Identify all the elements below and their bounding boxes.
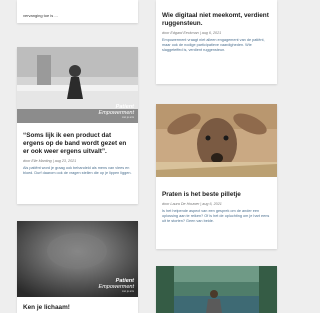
- article-card-ken-je-lichaam[interactable]: Patient Empowerment met je arts Ken je l…: [17, 221, 138, 313]
- article-excerpt: vervanging toe is ...: [23, 13, 58, 18]
- article-excerpt: Empowerment vraagt niet alleen engagemen…: [162, 38, 265, 53]
- article-meta: door Elle Manting | aug 23, 2021: [23, 159, 77, 163]
- article-title[interactable]: “Soms lijk ik een product dat ergens op …: [23, 132, 132, 156]
- article-image[interactable]: [156, 266, 277, 313]
- article-card-top-left[interactable]: vervanging toe is ...: [17, 0, 138, 23]
- article-card-bottom-right[interactable]: [156, 266, 277, 313]
- article-excerpt: Is het helpende aspect van een gesprek o…: [162, 209, 270, 224]
- patient-empowerment-logo: Patient Empowerment met je arts: [98, 278, 134, 293]
- article-title[interactable]: Wie digitaal niet meekomt, verdient rugg…: [162, 12, 271, 28]
- article-title[interactable]: Praten is het beste pilletje: [162, 191, 271, 199]
- article-card-praten[interactable]: Praten is het beste pilletje door Laura …: [156, 104, 277, 249]
- article-card-product[interactable]: Patient Empowerment met je arts “Soms li…: [17, 47, 138, 204]
- article-image[interactable]: [156, 104, 277, 177]
- patient-empowerment-logo: Patient Empowerment met je arts: [98, 104, 134, 119]
- article-image[interactable]: Patient Empowerment met je arts: [17, 221, 138, 297]
- deer-photo: [156, 104, 277, 177]
- lake-photo: [156, 266, 277, 313]
- article-meta: door Laura De Houwer | aug 6, 2021: [162, 202, 222, 206]
- article-card-digitaal[interactable]: Wie digitaal niet meekomt, verdient rugg…: [156, 0, 277, 84]
- article-title[interactable]: Ken je lichaam!: [23, 304, 132, 312]
- article-excerpt: Als patiënt word je graag ook behandeld …: [23, 166, 132, 176]
- article-meta: door Edgard Eeckman | aug 6, 2021: [162, 31, 222, 35]
- article-image[interactable]: Patient Empowerment met je arts: [17, 47, 138, 123]
